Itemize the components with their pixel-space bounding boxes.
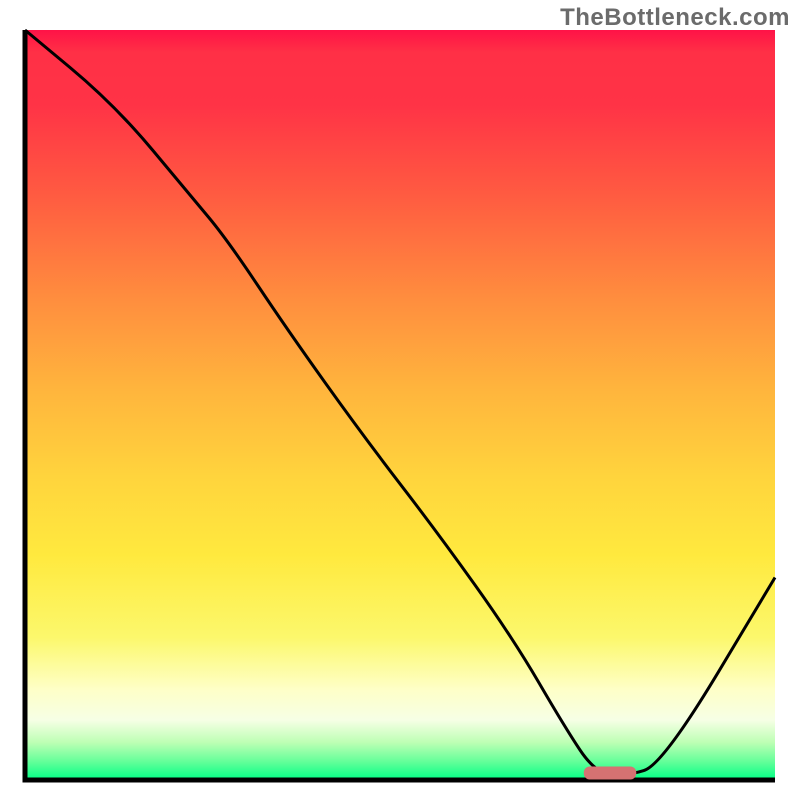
chart-svg xyxy=(0,0,800,800)
optimal-marker xyxy=(584,767,637,780)
watermark-label: TheBottleneck.com xyxy=(560,4,790,32)
axis-frame xyxy=(25,30,775,780)
bottleneck-curve xyxy=(25,30,775,775)
